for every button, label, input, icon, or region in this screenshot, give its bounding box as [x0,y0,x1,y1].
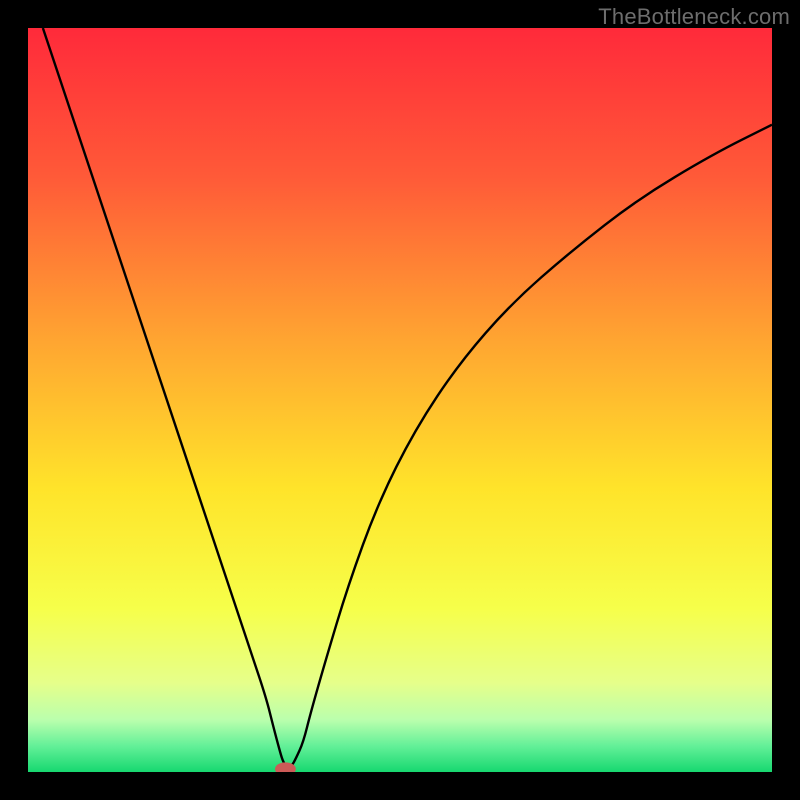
chart-svg [28,28,772,772]
chart-frame [28,28,772,772]
chart-background [28,28,772,772]
watermark-text: TheBottleneck.com [598,4,790,30]
